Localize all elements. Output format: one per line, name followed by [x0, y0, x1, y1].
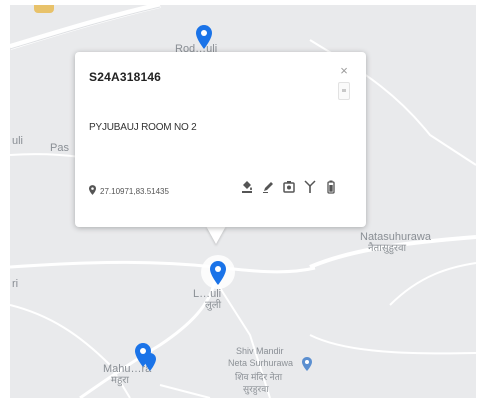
location-pin-icon [89, 185, 96, 197]
fill-icon[interactable] [241, 180, 253, 194]
map-pin-top[interactable] [196, 25, 212, 49]
device-id-title: S24A318146 [89, 70, 162, 84]
place-label-left-edge: uli [12, 135, 24, 147]
info-window: S24A318146 × PYJUBAUJ ROOM NO 2 27.10971… [75, 52, 366, 227]
battery-icon[interactable] [325, 180, 337, 194]
place-label-shiv-mandir: Shiv Mandir Neta Surhurawa [228, 346, 294, 368]
place-label-pas: Pas [50, 142, 69, 154]
place-label-natasuhurawa: Natasuhurawa नैतासुहुरवा [360, 231, 431, 254]
place-label-shiv-mandir-hindi: शिव मंदिर नेता सुरहुरवा [235, 372, 283, 394]
location-description: PYJUBAUJ ROOM NO 2 [89, 122, 197, 133]
info-actions [241, 180, 337, 194]
temple-poi-icon[interactable] [302, 357, 312, 376]
place-label-ri: ri [12, 278, 19, 290]
close-icon[interactable]: × [337, 64, 351, 78]
place-label-center: L…uli लुली [193, 288, 222, 311]
coordinates-text: 27.10971,83.51435 [100, 186, 169, 196]
antenna-icon[interactable] [304, 180, 316, 194]
map-pin-mahu-secondary[interactable] [144, 353, 156, 371]
camera-icon[interactable] [283, 180, 295, 194]
map-pin-selected[interactable] [210, 261, 226, 285]
edit-icon[interactable] [262, 180, 274, 194]
road-shield [34, 5, 54, 13]
info-window-tail [206, 226, 226, 244]
coordinates-row: 27.10971,83.51435 [89, 185, 169, 197]
info-scrollbar[interactable] [338, 82, 350, 100]
